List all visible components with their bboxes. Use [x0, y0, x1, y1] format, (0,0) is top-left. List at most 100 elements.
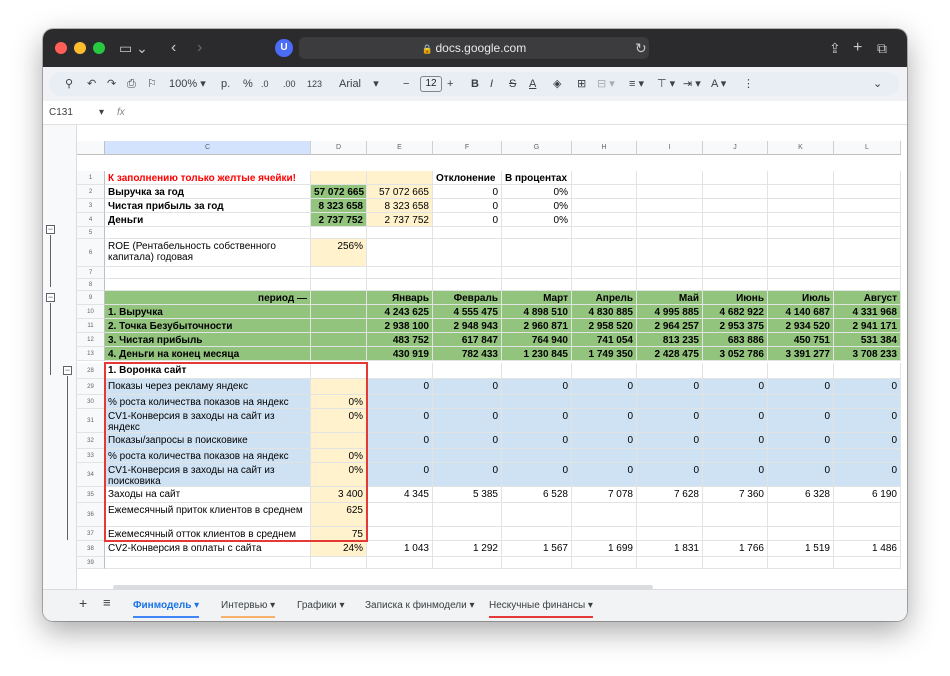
cell-d32[interactable]	[311, 433, 367, 449]
cell-l37[interactable]	[834, 527, 901, 541]
text-color-button[interactable]: A	[529, 77, 536, 91]
cell-h9[interactable]: Апрель	[572, 291, 637, 305]
cell-k35[interactable]: 6 328	[768, 487, 834, 503]
row-header-12[interactable]: 12	[77, 333, 105, 347]
cell-e2[interactable]: 57 072 665	[367, 185, 433, 199]
cell-l2[interactable]	[834, 185, 901, 199]
cell-i5[interactable]	[637, 227, 703, 239]
cell-k3[interactable]	[768, 199, 834, 213]
font-size-increase-button[interactable]: +	[447, 77, 453, 91]
cell-l3[interactable]	[834, 199, 901, 213]
zoom-select[interactable]: 100% ▾	[169, 77, 206, 91]
strikethrough-button[interactable]: S	[509, 77, 516, 91]
cell-c5[interactable]	[105, 227, 311, 239]
tabs-icon[interactable]: ⧉	[877, 38, 887, 58]
cell-g9[interactable]: Март	[502, 291, 572, 305]
cell-e12[interactable]: 483 752	[367, 333, 433, 347]
cell-d5[interactable]	[311, 227, 367, 239]
cell-f28[interactable]	[433, 363, 502, 379]
cell-c29[interactable]: Показы через рекламу яндекс	[105, 379, 311, 395]
cell-c9[interactable]: период —	[105, 291, 311, 305]
cell-h1[interactable]	[572, 171, 637, 185]
cell-j37[interactable]	[703, 527, 768, 541]
cell-c28[interactable]: 1. Воронка сайт	[105, 363, 311, 379]
cell-g28[interactable]	[502, 363, 572, 379]
cell-k2[interactable]	[768, 185, 834, 199]
cell-f8[interactable]	[433, 279, 502, 291]
cell-l29[interactable]: 0	[834, 379, 901, 395]
cell-l39[interactable]	[834, 557, 901, 569]
group-collapse-button-1[interactable]: −	[46, 225, 55, 234]
all-sheets-icon[interactable]: ≡	[103, 595, 111, 613]
column-header-k[interactable]: K	[768, 141, 834, 155]
cell-g10[interactable]: 4 898 510	[502, 305, 572, 319]
cell-l5[interactable]	[834, 227, 901, 239]
cell-g5[interactable]	[502, 227, 572, 239]
currency-button[interactable]: р.	[221, 77, 230, 91]
cell-j28[interactable]	[703, 363, 768, 379]
cell-i29[interactable]: 0	[637, 379, 703, 395]
cell-f7[interactable]	[433, 267, 502, 279]
cell-l11[interactable]: 2 941 171	[834, 319, 901, 333]
cell-f31[interactable]: 0	[433, 409, 502, 433]
sheet-tab-3[interactable]: Графики ▾	[297, 598, 345, 616]
cell-l32[interactable]: 0	[834, 433, 901, 449]
cell-l1[interactable]	[834, 171, 901, 185]
cell-g2[interactable]: 0%	[502, 185, 572, 199]
cell-c8[interactable]	[105, 279, 311, 291]
cell-g34[interactable]: 0	[502, 463, 572, 487]
cell-j35[interactable]: 7 360	[703, 487, 768, 503]
cell-g35[interactable]: 6 528	[502, 487, 572, 503]
cell-l8[interactable]	[834, 279, 901, 291]
cell-i3[interactable]	[637, 199, 703, 213]
cell-e3[interactable]: 8 323 658	[367, 199, 433, 213]
sheet-tab-2[interactable]: Интервью ▾	[221, 598, 276, 618]
cell-e11[interactable]: 2 938 100	[367, 319, 433, 333]
cell-e7[interactable]	[367, 267, 433, 279]
cell-k29[interactable]: 0	[768, 379, 834, 395]
cell-g8[interactable]	[502, 279, 572, 291]
sheet-tab-4[interactable]: Записка к финмодели ▾	[365, 598, 475, 616]
cell-d37[interactable]: 75	[311, 527, 367, 541]
column-header-i[interactable]: I	[637, 141, 703, 155]
undo-icon[interactable]: ↶	[87, 77, 96, 91]
row-header-35[interactable]: 35	[77, 487, 105, 503]
text-rotation-icon[interactable]: A ▾	[711, 77, 726, 91]
cell-d31[interactable]: 0%	[311, 409, 367, 433]
cell-l31[interactable]: 0	[834, 409, 901, 433]
paint-format-icon[interactable]: ⚐	[147, 77, 157, 91]
row-header-6[interactable]: 6	[77, 239, 105, 267]
row-header-5[interactable]: 5	[77, 227, 105, 239]
cell-k39[interactable]	[768, 557, 834, 569]
cell-e39[interactable]	[367, 557, 433, 569]
cell-j8[interactable]	[703, 279, 768, 291]
cell-e29[interactable]: 0	[367, 379, 433, 395]
cell-e1[interactable]	[367, 171, 433, 185]
column-header-g[interactable]: G	[502, 141, 572, 155]
cell-j5[interactable]	[703, 227, 768, 239]
font-select[interactable]: Arial ▾	[339, 77, 379, 91]
row-header-36[interactable]: 36	[77, 503, 105, 527]
chevron-left-icon[interactable]: ‹	[171, 38, 176, 58]
column-header-f[interactable]: F	[433, 141, 502, 155]
cell-j7[interactable]	[703, 267, 768, 279]
cell-j11[interactable]: 2 953 375	[703, 319, 768, 333]
cell-d8[interactable]	[311, 279, 367, 291]
cell-l36[interactable]	[834, 503, 901, 527]
cell-c13[interactable]: 4. Деньги на конец месяца	[105, 347, 311, 361]
cell-g31[interactable]: 0	[502, 409, 572, 433]
cell-d30[interactable]: 0%	[311, 395, 367, 409]
column-header-l[interactable]: L	[834, 141, 901, 155]
cell-c6[interactable]: ROE (Рентабельность собственного капитал…	[105, 239, 311, 267]
cell-d6[interactable]: 256%	[311, 239, 367, 267]
cell-k32[interactable]: 0	[768, 433, 834, 449]
cell-l4[interactable]	[834, 213, 901, 227]
cell-f39[interactable]	[433, 557, 502, 569]
cell-d11[interactable]	[311, 319, 367, 333]
cell-i13[interactable]: 2 428 475	[637, 347, 703, 361]
cell-f32[interactable]: 0	[433, 433, 502, 449]
cell-h33[interactable]	[572, 449, 637, 463]
cell-f10[interactable]: 4 555 475	[433, 305, 502, 319]
cell-j32[interactable]: 0	[703, 433, 768, 449]
cell-c33[interactable]: % роста количества показов на яндекс	[105, 449, 311, 463]
